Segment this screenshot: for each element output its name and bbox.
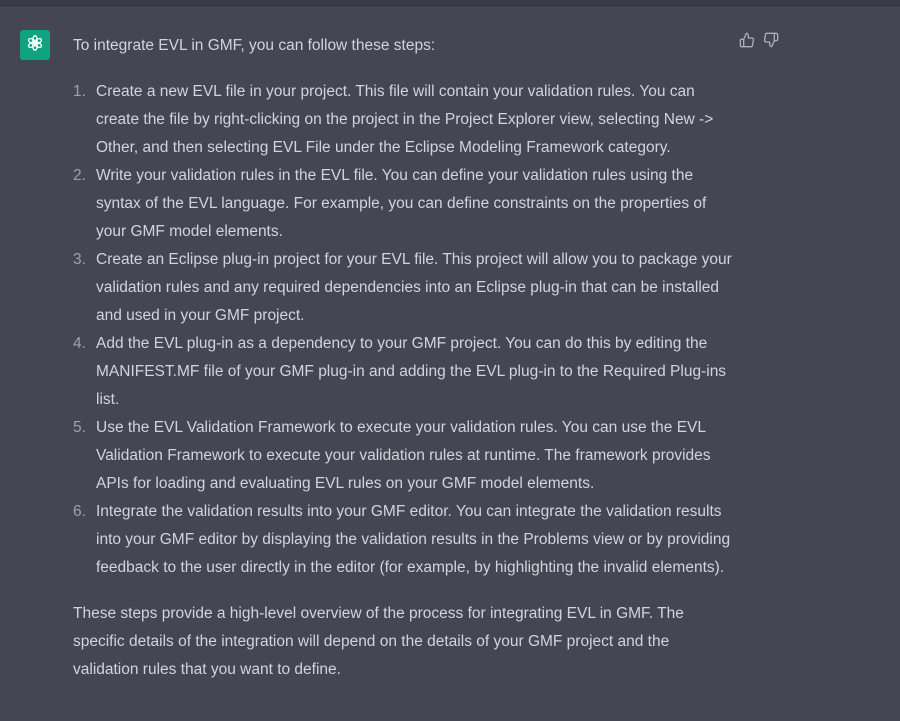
thumbs-up-button[interactable] bbox=[737, 32, 757, 52]
assistant-message: To integrate EVL in GMF, you can follow … bbox=[73, 32, 733, 684]
thumbs-down-icon bbox=[763, 32, 779, 53]
step-text: Integrate the validation results into yo… bbox=[96, 503, 731, 576]
step-text: Add the EVL plug-in as a dependency to y… bbox=[96, 335, 727, 408]
step-number: 5. bbox=[73, 419, 86, 436]
top-divider bbox=[0, 0, 900, 6]
step-text: Use the EVL Validation Framework to exec… bbox=[96, 419, 711, 492]
step-text: Create a new EVL file in your project. T… bbox=[96, 83, 714, 156]
list-item: 5. Use the EVL Validation Framework to e… bbox=[73, 414, 733, 498]
feedback-buttons bbox=[737, 32, 781, 52]
list-item: 1. Create a new EVL file in your project… bbox=[73, 78, 733, 162]
step-text: Write your validation rules in the EVL f… bbox=[96, 167, 707, 240]
list-item: 3. Create an Eclipse plug-in project for… bbox=[73, 246, 733, 330]
message-outro: These steps provide a high-level overvie… bbox=[73, 605, 684, 678]
thumbs-up-icon bbox=[739, 32, 755, 53]
steps-list: 1. Create a new EVL file in your project… bbox=[73, 78, 733, 582]
step-text: Create an Eclipse plug-in project for yo… bbox=[96, 251, 732, 324]
step-number: 2. bbox=[73, 167, 86, 184]
assistant-avatar bbox=[20, 30, 50, 60]
message-intro: To integrate EVL in GMF, you can follow … bbox=[73, 37, 436, 54]
list-item: 4. Add the EVL plug-in as a dependency t… bbox=[73, 330, 733, 414]
list-item: 6. Integrate the validation results into… bbox=[73, 498, 733, 582]
list-item: 2. Write your validation rules in the EV… bbox=[73, 162, 733, 246]
step-number: 3. bbox=[73, 251, 86, 268]
thumbs-down-button[interactable] bbox=[761, 32, 781, 52]
step-number: 1. bbox=[73, 83, 86, 100]
openai-logo-icon bbox=[25, 33, 45, 58]
step-number: 4. bbox=[73, 335, 86, 352]
step-number: 6. bbox=[73, 503, 86, 520]
